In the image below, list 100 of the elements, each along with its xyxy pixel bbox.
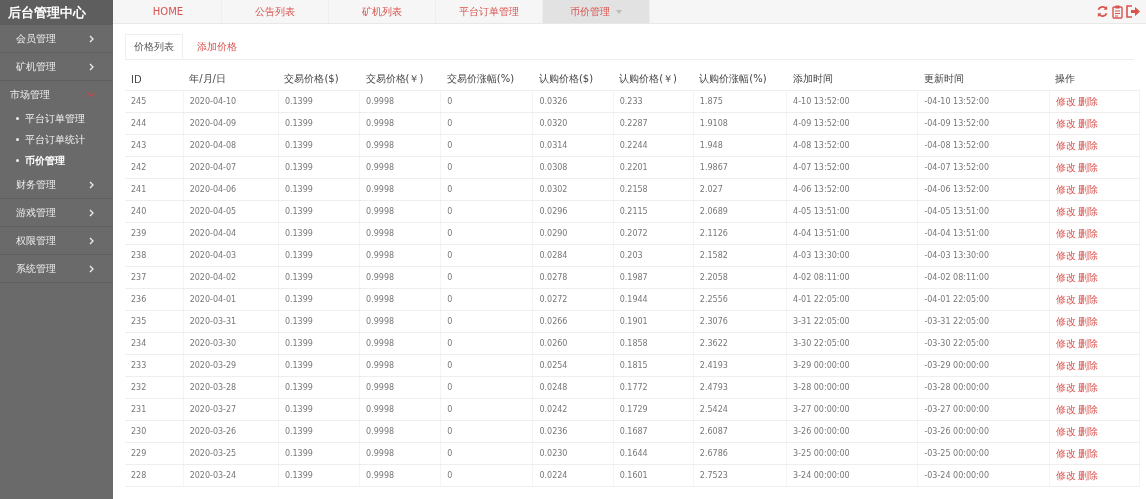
table-cell: 1.9867 (693, 156, 787, 179)
table-cell: 2020-04-03 (183, 244, 279, 267)
nav-tab[interactable]: 公告列表 (222, 0, 329, 23)
action-link[interactable]: 删除 (1078, 403, 1099, 415)
table-cell: 0.2115 (613, 200, 694, 223)
table-cell: 2.4193 (693, 354, 787, 377)
table-cell: 0.0284 (532, 244, 614, 267)
action-link[interactable]: 删除 (1078, 381, 1099, 393)
table-cell: 0.9998 (359, 420, 441, 443)
logout-icon[interactable] (1126, 5, 1140, 18)
clipboard-icon[interactable] (1112, 4, 1123, 19)
sidebar-item[interactable]: 会员管理 (0, 25, 113, 53)
action-link[interactable]: 修改 (1055, 95, 1076, 107)
table-cell: 0.1399 (278, 266, 360, 289)
table-cell: 2020-03-29 (183, 354, 279, 377)
action-link[interactable]: 修改 (1055, 227, 1076, 239)
action-link[interactable]: 删除 (1078, 205, 1099, 217)
action-link[interactable]: 删除 (1078, 359, 1099, 371)
table-cell: 0 (440, 222, 533, 245)
sidebar-item[interactable]: 系统管理 (0, 255, 113, 283)
table-cell: 0.9998 (359, 200, 441, 223)
table-cell: 229 (125, 442, 184, 465)
table-cell: 4-02 08:11:00 (786, 266, 918, 289)
table-cell: 3-25 00:00:00 (786, 442, 918, 465)
table-cell: 0 (440, 420, 533, 443)
sidebar-item[interactable]: 财务管理 (0, 171, 113, 199)
action-link[interactable]: 修改 (1055, 293, 1076, 305)
sidebar-subitem[interactable]: 平台订单管理 (0, 108, 113, 129)
table-cell: 0.2287 (613, 112, 694, 135)
table-cell: 0.1399 (278, 310, 360, 333)
action-link[interactable]: 删除 (1078, 227, 1099, 239)
table-cell: 2020-04-02 (183, 266, 279, 289)
refresh-icon[interactable] (1096, 5, 1109, 18)
action-link[interactable]: 删除 (1078, 249, 1099, 261)
action-link[interactable]: 修改 (1055, 447, 1076, 459)
table-cell: 238 (125, 244, 184, 267)
table-cell: 0.0236 (532, 420, 614, 443)
action-link[interactable]: 删除 (1078, 293, 1099, 305)
action-link[interactable]: 删除 (1078, 337, 1099, 349)
action-link[interactable]: 修改 (1055, 425, 1076, 437)
action-link[interactable]: 删除 (1078, 271, 1099, 283)
table-cell: -04-04 13:51:00 (917, 222, 1050, 245)
sidebar-item[interactable]: 权限管理 (0, 227, 113, 255)
action-link[interactable]: 修改 (1055, 271, 1076, 283)
action-link[interactable]: 修改 (1055, 315, 1076, 327)
action-link[interactable]: 删除 (1078, 425, 1099, 437)
table-cell: 2.027 (693, 178, 787, 201)
table-cell: 236 (125, 288, 184, 311)
table-cell: 0.0248 (532, 376, 614, 399)
action-link[interactable]: 删除 (1078, 95, 1099, 107)
table-cell: 0.9998 (359, 398, 441, 421)
action-link[interactable]: 删除 (1078, 183, 1099, 195)
content-tab[interactable]: 价格列表 (125, 34, 183, 59)
table-cell: 2020-03-24 (183, 464, 279, 487)
action-link[interactable]: 删除 (1078, 447, 1099, 459)
action-link[interactable]: 删除 (1078, 469, 1099, 481)
action-link[interactable]: 删除 (1078, 117, 1099, 129)
sidebar-item[interactable]: 游戏管理 (0, 199, 113, 227)
action-link[interactable]: 修改 (1055, 205, 1076, 217)
action-link[interactable]: 修改 (1055, 381, 1076, 393)
table-cell: 3-30 22:05:00 (786, 332, 918, 355)
table-cell: 0.1399 (278, 376, 360, 399)
sidebar-subitem[interactable]: 币价管理 (0, 150, 113, 171)
sidebar-subitem[interactable]: 平台订单统计 (0, 129, 113, 150)
nav-tab[interactable]: 矿机列表 (329, 0, 436, 23)
nav-tab[interactable]: 币价管理 (543, 0, 650, 23)
action-link[interactable]: 修改 (1055, 117, 1076, 129)
table-cell: 0.0296 (532, 200, 614, 223)
table-cell: -03-29 00:00:00 (917, 354, 1050, 377)
table-cell: 0.1399 (278, 288, 360, 311)
action-link[interactable]: 修改 (1055, 403, 1076, 415)
action-link[interactable]: 修改 (1055, 337, 1076, 349)
action-link[interactable]: 修改 (1055, 249, 1076, 261)
table-cell: 0 (440, 178, 533, 201)
table-cell: 0.1399 (278, 156, 360, 179)
table-cell: 2.1582 (693, 244, 787, 267)
content-tab[interactable]: 添加价格 (189, 34, 245, 59)
table-cell: 235 (125, 310, 184, 333)
table-cell: 0.1399 (278, 420, 360, 443)
action-link[interactable]: 修改 (1055, 161, 1076, 173)
table-cell: 3-24 00:00:00 (786, 464, 918, 487)
sidebar-item[interactable]: 矿机管理 (0, 53, 113, 81)
table-cell: 0.2072 (613, 222, 694, 245)
table-cell: 0.1399 (278, 112, 360, 135)
table-cell: 0.9998 (359, 156, 441, 179)
action-link[interactable]: 删除 (1078, 315, 1099, 327)
action-link[interactable]: 修改 (1055, 183, 1076, 195)
table-cell: 0.2158 (613, 178, 694, 201)
action-link[interactable]: 删除 (1078, 161, 1099, 173)
table-cell: 0 (440, 134, 533, 157)
action-link[interactable]: 删除 (1078, 139, 1099, 151)
action-link[interactable]: 修改 (1055, 359, 1076, 371)
table-cell: 0 (440, 244, 533, 267)
action-link[interactable]: 修改 (1055, 469, 1076, 481)
table-cell: 0 (440, 90, 533, 113)
table-cell: 1.948 (693, 134, 787, 157)
nav-tab[interactable]: HOME (115, 0, 222, 23)
sidebar-item[interactable]: 市场管理 (0, 81, 113, 108)
table-cell: 4-03 13:30:00 (786, 244, 918, 267)
action-link[interactable]: 修改 (1055, 139, 1076, 151)
